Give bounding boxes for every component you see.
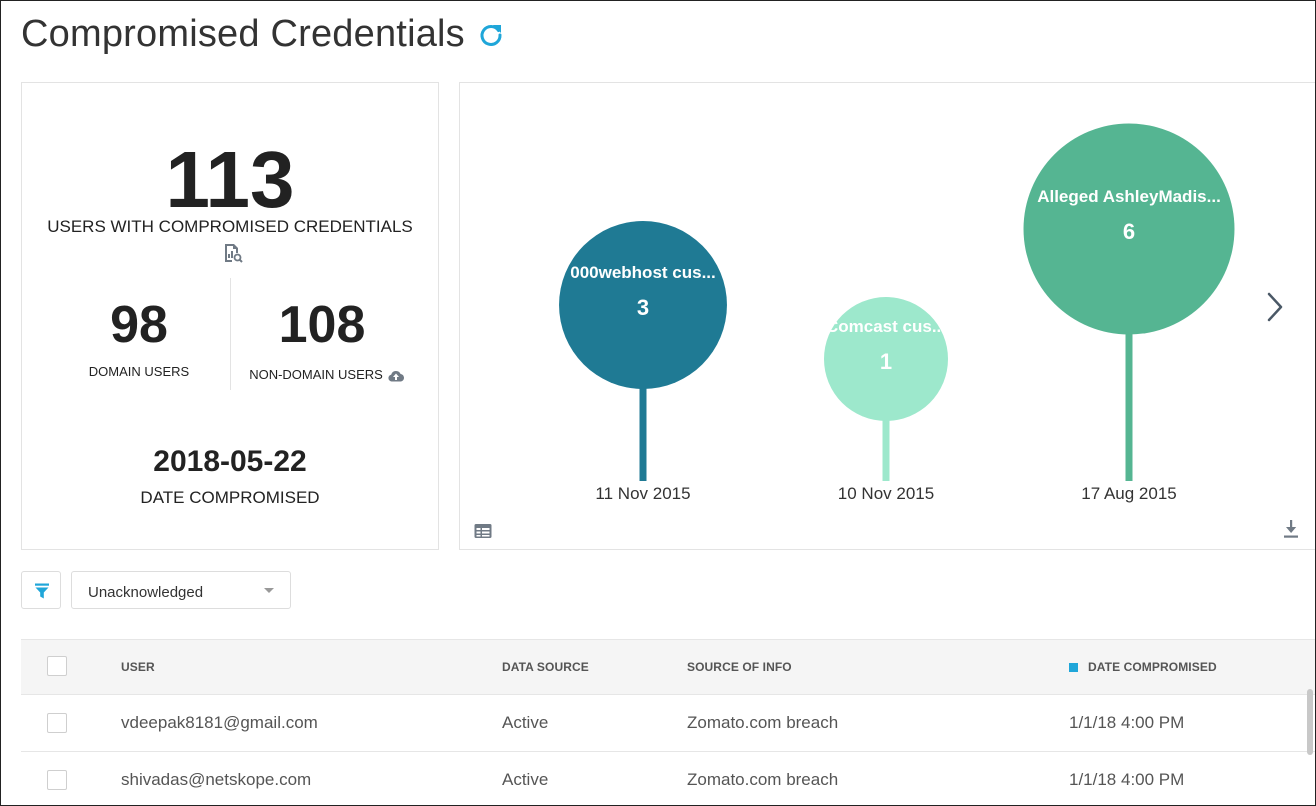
- total-users-label: USERS WITH COMPROMISED CREDENTIALS: [47, 217, 413, 236]
- credentials-table: USER DATA SOURCE SOURCE OF INFO DATE COM…: [21, 639, 1315, 805]
- cell-data-source: Active: [502, 770, 549, 789]
- page-title: Compromised Credentials: [21, 13, 465, 55]
- domain-users-count: 98: [110, 296, 168, 354]
- filter-icon: [35, 583, 49, 599]
- filter-button[interactable]: [21, 571, 61, 609]
- non-domain-users-row: NON-DOMAIN USERS: [232, 367, 422, 382]
- bubble-label: Alleged AshleyMadis...: [1037, 187, 1221, 206]
- bubble-value: 6: [1123, 219, 1135, 244]
- bubble-date-label: 10 Nov 2015: [838, 484, 934, 503]
- chevron-down-icon: [264, 588, 274, 593]
- cell-date-compromised: 1/1/18 4:00 PM: [1069, 770, 1185, 789]
- date-compromised-value: 2018-05-22: [153, 445, 307, 478]
- non-domain-users-count: 108: [278, 296, 366, 354]
- status-filter-select[interactable]: Unacknowledged: [71, 571, 291, 609]
- column-header-source-of-info[interactable]: SOURCE OF INFO: [687, 660, 792, 674]
- column-header-user[interactable]: USER: [121, 660, 155, 674]
- chevron-right-icon[interactable]: [1260, 290, 1290, 324]
- breach-bubble-chart: 000webhost cus... 3 11 Nov 2015 Comcast cus…: [559, 123, 1235, 503]
- cloud-upload-icon[interactable]: [387, 370, 405, 382]
- stats-divider: [230, 278, 231, 390]
- table-view-icon[interactable]: [474, 523, 492, 539]
- table-header: USER DATA SOURCE SOURCE OF INFO DATE COM…: [21, 639, 1315, 695]
- total-users-count: 113: [165, 135, 295, 224]
- download-icon[interactable]: [1282, 519, 1300, 539]
- column-header-date-compromised[interactable]: DATE COMPROMISED: [1069, 660, 1217, 674]
- domain-users-label: DOMAIN USERS: [88, 364, 190, 379]
- sort-indicator-icon: [1069, 663, 1078, 672]
- cell-source-of-info: Zomato.com breach: [687, 713, 839, 732]
- column-header-date-label: DATE COMPROMISED: [1088, 660, 1217, 674]
- bubble-date-label: 11 Nov 2015: [595, 484, 690, 503]
- select-all-checkbox[interactable]: [47, 656, 67, 676]
- bubble-label: 000webhost cus...: [570, 263, 716, 282]
- breach-chart-card: 000webhost cus... 3 11 Nov 2015 Comcast cus…: [459, 82, 1315, 550]
- app-frame: Compromised Credentials 113 USERS WITH C…: [0, 0, 1316, 806]
- bubble-label: Comcast cus...: [826, 317, 946, 336]
- row-checkbox[interactable]: [47, 713, 67, 733]
- non-domain-users-label: NON-DOMAIN USERS: [249, 367, 383, 382]
- column-header-data-source[interactable]: DATA SOURCE: [502, 660, 589, 674]
- cell-user: vdeepak8181@gmail.com: [121, 713, 318, 732]
- bubble-date-label: 17 Aug 2015: [1081, 484, 1176, 503]
- status-filter-value: Unacknowledged: [88, 584, 204, 601]
- cell-data-source: Active: [502, 713, 549, 732]
- report-search-icon[interactable]: [223, 243, 243, 263]
- row-checkbox[interactable]: [47, 770, 67, 790]
- refresh-icon[interactable]: [477, 21, 505, 49]
- table-row[interactable]: shivadas@netskope.com Active Zomato.com …: [21, 752, 1315, 805]
- cell-user: shivadas@netskope.com: [121, 770, 312, 789]
- table-row[interactable]: vdeepak8181@gmail.com Active Zomato.com …: [21, 695, 1315, 752]
- bubble-value: 1: [880, 349, 892, 374]
- table-scrollbar[interactable]: [1307, 689, 1313, 755]
- summary-card: 113 USERS WITH COMPROMISED CREDENTIALS 9…: [21, 82, 439, 550]
- bubble-value: 3: [637, 295, 649, 320]
- date-compromised-label: DATE COMPROMISED: [140, 488, 320, 507]
- cell-source-of-info: Zomato.com breach: [687, 770, 839, 789]
- cell-date-compromised: 1/1/18 4:00 PM: [1069, 713, 1185, 732]
